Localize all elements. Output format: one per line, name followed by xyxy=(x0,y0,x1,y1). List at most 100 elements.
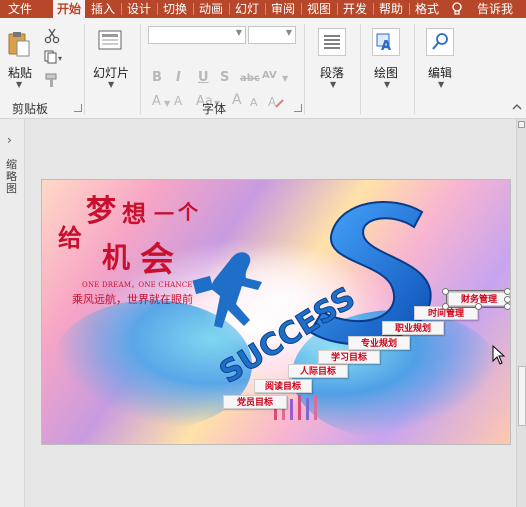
font-name-input[interactable]: ▼ xyxy=(148,26,246,44)
group-divider xyxy=(360,24,361,114)
tab-file[interactable]: 文件 xyxy=(0,0,40,18)
new-slide-button[interactable]: 幻灯片 xyxy=(93,64,129,81)
ribbon-tab-bar: 文件 开始 插入 设计 切换 动画 幻灯 审阅 视图 开发 帮助 格式 告诉我 xyxy=(0,0,526,18)
title-char: 梦 xyxy=(86,194,116,229)
svg-text:▾: ▾ xyxy=(58,54,62,63)
thumbnail-pane-collapsed[interactable]: › 缩略图 xyxy=(0,119,25,507)
paste-dropdown-icon[interactable]: ▼ xyxy=(16,80,22,89)
tab-divider xyxy=(193,3,194,15)
new-slide-icon[interactable] xyxy=(98,30,122,50)
strikethrough-button[interactable]: abc xyxy=(240,73,260,84)
format-painter-icon[interactable] xyxy=(44,72,60,88)
font-color-dropdown-icon[interactable]: ▼ xyxy=(164,99,170,108)
thumbnails-label: 缩略图 xyxy=(6,158,17,195)
font-size-dropdown-icon[interactable]: ▼ xyxy=(286,28,292,37)
runner-figure xyxy=(210,252,262,328)
tab-review[interactable]: 审阅 xyxy=(267,0,299,18)
editing-button[interactable]: 编辑 xyxy=(428,64,452,81)
new-slide-dropdown-icon[interactable]: ▼ xyxy=(108,80,114,89)
search-icon[interactable] xyxy=(426,28,454,56)
runner-briefcase xyxy=(192,275,214,295)
tab-insert[interactable]: 插入 xyxy=(87,0,119,18)
group-divider xyxy=(84,24,85,114)
tab-transitions[interactable]: 切换 xyxy=(159,0,191,18)
tab-divider xyxy=(229,3,230,15)
title-char: 想 xyxy=(122,199,146,228)
vertical-scrollbar[interactable] xyxy=(516,119,526,507)
resize-handle[interactable] xyxy=(504,303,510,310)
cut-icon[interactable] xyxy=(44,28,60,44)
expand-chevron-icon[interactable]: › xyxy=(7,133,12,147)
tab-divider xyxy=(409,3,410,15)
spacing-dropdown-icon[interactable]: ▼ xyxy=(282,74,288,83)
slide-canvas[interactable]: 梦 想 一 个 给 机 会 ONE DREAM，ONE CHANCE 乘风远航，… xyxy=(42,180,510,444)
tab-design[interactable]: 设计 xyxy=(123,0,155,18)
tab-help[interactable]: 帮助 xyxy=(375,0,407,18)
slide-chinese-subtitle: 乘风远航，世界就在眼前 xyxy=(72,293,193,306)
tab-developer[interactable]: 开发 xyxy=(339,0,371,18)
resize-handle[interactable] xyxy=(504,288,510,295)
tab-divider xyxy=(301,3,302,15)
tab-format[interactable]: 格式 xyxy=(411,0,443,18)
drawing-shapes-icon[interactable]: A xyxy=(372,28,400,56)
font-color-button[interactable]: A xyxy=(152,94,161,109)
drawing-button[interactable]: 绘图 xyxy=(374,64,398,81)
step-label[interactable]: 学习目标 xyxy=(318,350,380,364)
highlight-button[interactable]: A xyxy=(174,94,182,108)
shrink-font-button[interactable]: A xyxy=(250,96,258,109)
font-size-input[interactable]: ▼ xyxy=(248,26,296,44)
title-char: 机 xyxy=(102,241,131,274)
collapse-ribbon-icon[interactable] xyxy=(512,102,522,112)
italic-button[interactable]: I xyxy=(176,70,181,85)
title-char: 一 xyxy=(154,202,174,226)
step-label[interactable]: 人际目标 xyxy=(288,364,348,378)
paste-icon[interactable] xyxy=(8,30,30,58)
bold-button[interactable]: B xyxy=(152,70,162,85)
group-divider xyxy=(414,24,415,114)
underline-button[interactable]: U xyxy=(198,70,209,85)
slide-english-subtitle: ONE DREAM，ONE CHANCE xyxy=(82,281,193,289)
drawing-dropdown-icon[interactable]: ▼ xyxy=(384,80,390,89)
lightbulb-icon[interactable] xyxy=(448,0,466,18)
resize-handle[interactable] xyxy=(475,303,482,310)
step-label[interactable]: 党员目标 xyxy=(223,395,287,409)
resize-handle[interactable] xyxy=(442,303,449,310)
scroll-up-icon[interactable] xyxy=(518,121,525,128)
group-divider xyxy=(304,24,305,114)
tab-animations[interactable]: 动画 xyxy=(195,0,227,18)
shadow-button[interactable]: S xyxy=(220,70,229,85)
title-char: 会 xyxy=(140,240,174,280)
group-divider xyxy=(140,24,141,114)
character-spacing-button[interactable]: AV xyxy=(262,70,277,81)
tab-divider xyxy=(265,3,266,15)
paragraph-icon[interactable] xyxy=(318,28,346,56)
title-char: 给 xyxy=(58,223,82,252)
font-launcher-icon[interactable] xyxy=(294,104,302,112)
grow-font-button[interactable]: A xyxy=(232,92,242,108)
editing-dropdown-icon[interactable]: ▼ xyxy=(438,80,444,89)
font-name-dropdown-icon[interactable]: ▼ xyxy=(236,28,242,37)
paste-button[interactable]: 粘贴 xyxy=(8,64,32,81)
clipboard-launcher-icon[interactable] xyxy=(74,104,82,112)
tab-home[interactable]: 开始 xyxy=(53,0,85,18)
paragraph-button[interactable]: 段落 xyxy=(320,64,344,81)
step-label[interactable]: 阅读目标 xyxy=(254,379,312,393)
copy-icon[interactable]: ▾ xyxy=(44,50,64,64)
clear-formatting-icon[interactable]: A xyxy=(268,94,284,108)
resize-handle[interactable] xyxy=(504,296,510,303)
svg-text:A: A xyxy=(381,39,391,54)
step-label[interactable]: 职业规划 xyxy=(382,321,444,335)
clipboard-group-label: 剪贴板 xyxy=(12,102,49,116)
tab-divider xyxy=(337,3,338,15)
step-label[interactable]: 专业规划 xyxy=(348,336,410,350)
tab-slideshow[interactable]: 幻灯 xyxy=(231,0,263,18)
scrollbar-thumb[interactable] xyxy=(518,366,526,426)
tab-view[interactable]: 视图 xyxy=(303,0,335,18)
tell-me-search[interactable]: 告诉我 xyxy=(470,0,520,18)
resize-handle[interactable] xyxy=(442,288,449,295)
paragraph-dropdown-icon[interactable]: ▼ xyxy=(330,80,336,89)
font-group-label: 字体 xyxy=(202,102,227,116)
mouse-cursor-icon xyxy=(492,345,506,365)
tab-divider xyxy=(157,3,158,15)
tab-divider xyxy=(373,3,374,15)
